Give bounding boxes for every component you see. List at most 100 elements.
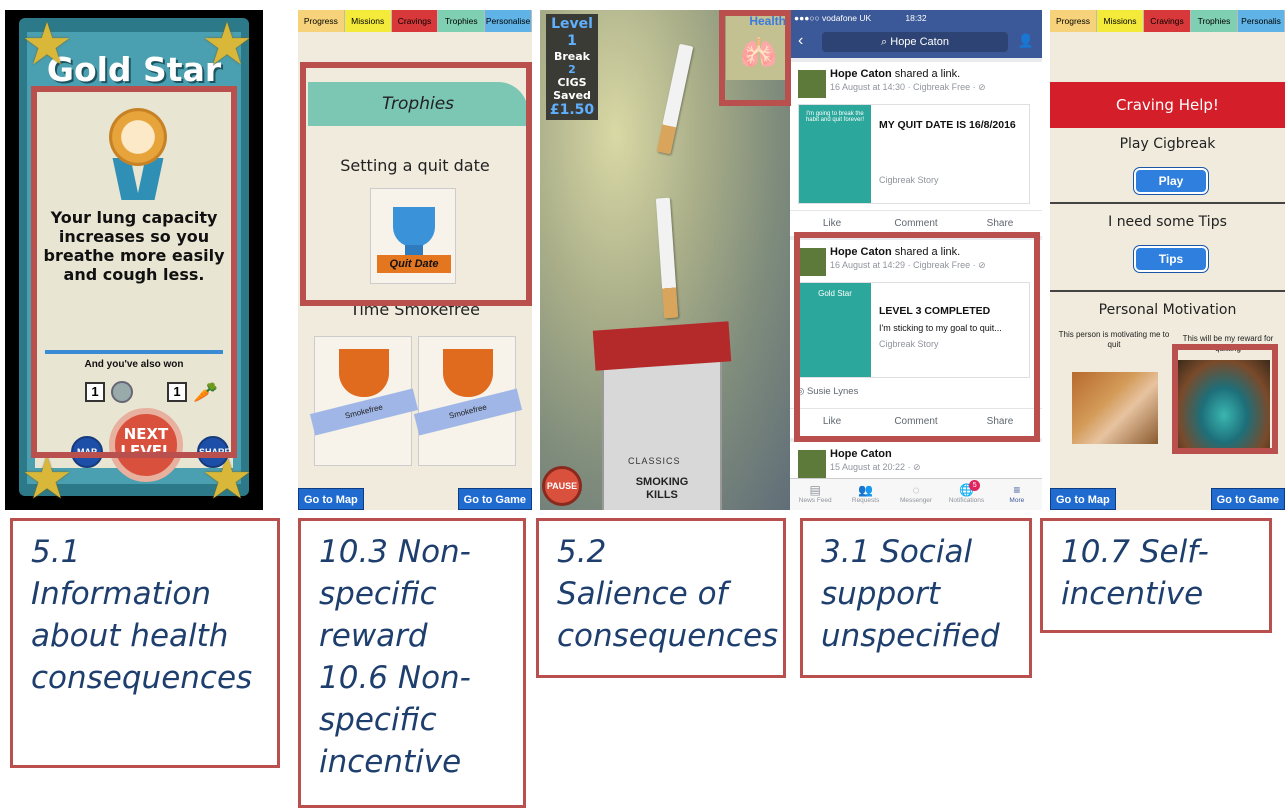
person-caption: This person is motivating me to quit [1058, 330, 1170, 349]
tab-news-feed[interactable]: ▤ News Feed [790, 479, 840, 510]
post-actions: Like Comment Share [790, 210, 1042, 236]
carrot-icon: 🥕 [193, 382, 218, 404]
globe-icon: 🌐 [958, 483, 974, 497]
tab-progress[interactable]: Progress [1050, 10, 1097, 32]
link-card[interactable]: I'm going to break the habit and quit fo… [798, 104, 1030, 204]
star-icon: ★ [201, 12, 253, 77]
facebook-screen: ●●●○○ vodafone UK 18:32 ‹ ⌕ Hope Caton 👤… [790, 10, 1042, 510]
caption-self-incentive: 10.7 Self-incentive [1040, 518, 1272, 633]
smokefree-label: Time Smokefree [350, 300, 480, 319]
tab-more[interactable]: ≡ More [992, 479, 1042, 510]
avatar[interactable] [798, 248, 826, 276]
news-feed-icon: ▤ [809, 483, 821, 497]
link-source: Cigbreak Story [879, 339, 939, 349]
saved-label: Saved [553, 89, 591, 102]
menu-icon: ≡ [1013, 483, 1021, 497]
feed-post: Hope Caton 15 August at 20:22 · ⊘ [790, 442, 1042, 482]
smokefree-trophy[interactable]: Smokefree [309, 336, 419, 466]
reward-guitar-photo[interactable] [1178, 360, 1270, 452]
tab-missions[interactable]: Missions [1097, 10, 1144, 32]
level-label: Level 1 [551, 16, 593, 49]
tab-bar: Progress Missions Cravings Trophies Pers… [298, 10, 532, 32]
play-heading: Play Cigbreak [1119, 136, 1216, 152]
bottom-tab-bar: ▤ News Feed 👥 Requests ◌ Messenger 🌐 5 Notifi… [790, 478, 1042, 510]
caption-social-support: 3.1 Social support unspecified [800, 518, 1032, 678]
tab-progress[interactable]: Progress [298, 10, 345, 32]
star-icon: ★ [21, 12, 73, 77]
reward-caption: This will be my reward for quitting [1182, 334, 1274, 353]
craving-help-screen: Progress Missions Cravings Trophies Pers… [1050, 10, 1285, 510]
next-level-button[interactable]: NEXT LEVEL [109, 408, 183, 482]
break-label: Break [553, 50, 590, 63]
pause-button[interactable]: PAUSE [542, 466, 582, 506]
search-query: Hope Caton [890, 36, 949, 48]
tab-notifications[interactable]: 🌐 5 Notifications [941, 479, 991, 510]
requests-icon: 👥 [858, 483, 874, 497]
link-title: MY QUIT DATE IS 16/8/2016 [879, 119, 1016, 131]
nav-bar: ‹ ⌕ Hope Caton 👤 [790, 26, 1042, 58]
craving-help-header: Craving Help! [1050, 82, 1285, 128]
pack-warning: SMOKING KILLS [635, 476, 689, 501]
post-author[interactable]: Hope Caton [830, 448, 892, 460]
go-to-map-button[interactable]: Go to Map [298, 488, 364, 510]
liked-by[interactable]: ◎ Susie Lynes [796, 386, 858, 397]
star-icon: ★ [21, 446, 73, 510]
lung-medal-icon [109, 108, 167, 166]
tab-trophies[interactable]: Trophies [438, 10, 486, 32]
comment-button[interactable]: Comment [874, 211, 958, 236]
tab-trophies[interactable]: Trophies [1191, 10, 1238, 32]
go-to-game-button[interactable]: Go to Game [1210, 488, 1285, 510]
share-button[interactable]: Share [958, 211, 1042, 236]
share-button[interactable]: SHARE [197, 436, 231, 468]
tab-messenger[interactable]: ◌ Messenger [891, 479, 941, 510]
caption-reward-incentive: 10.3 Non-specific reward 10.6 Non-specific… [298, 518, 526, 808]
tab-cravings[interactable]: Cravings [1144, 10, 1191, 32]
search-field[interactable]: ⌕ Hope Caton [822, 32, 1008, 52]
feed-post: Hope Caton shared a link. 16 August at 1… [790, 240, 1042, 438]
comment-button[interactable]: Comment [874, 409, 958, 434]
go-to-map-button[interactable]: Go to Map [1050, 488, 1116, 510]
play-button[interactable]: Play [1133, 167, 1209, 195]
share-button[interactable]: Share [958, 409, 1042, 434]
post-meta: 16 August at 14:30 · Cigbreak Free · ⊘ [830, 82, 986, 92]
tips-heading: I need some Tips [1108, 214, 1227, 230]
avatar[interactable] [798, 70, 826, 98]
coin-counter: 1 [85, 382, 105, 402]
like-button[interactable]: Like [790, 409, 874, 434]
profile-icon[interactable]: 👤 [1018, 33, 1034, 49]
quit-date-trophy[interactable]: Quit Date [370, 188, 456, 284]
go-to-game-button[interactable]: Go to Game [457, 488, 532, 510]
health-message: Your lung capacity increases so you brea… [43, 208, 225, 284]
messenger-icon: ◌ [912, 483, 920, 497]
quit-date-badge: Quit Date [377, 255, 451, 273]
trophies-banner: Trophies [308, 82, 528, 126]
map-button[interactable]: MAP [71, 436, 103, 468]
post-author[interactable]: Hope Caton shared a link. [830, 68, 960, 80]
tab-cravings[interactable]: Cravings [391, 10, 439, 32]
caption-salience: 5.2 Salience of consequences [536, 518, 786, 678]
link-title: LEVEL 3 COMPLETED [879, 305, 991, 317]
tips-button[interactable]: Tips [1133, 245, 1209, 273]
tab-missions[interactable]: Missions [344, 10, 392, 32]
tab-requests[interactable]: 👥 Requests [840, 479, 890, 510]
health-button[interactable]: Health 🫁 [726, 14, 788, 80]
motivation-heading: Personal Motivation [1098, 302, 1237, 318]
tab-personalise[interactable]: Personalis [1238, 10, 1285, 32]
carrot-counter: 1 [167, 382, 187, 402]
avatar[interactable] [798, 450, 826, 478]
like-button[interactable]: Like [790, 211, 874, 236]
clock-label: 18:32 [905, 13, 927, 23]
link-card[interactable]: Gold Star LEVEL 3 COMPLETED I'm sticking… [798, 282, 1030, 378]
back-chevron-icon[interactable]: ‹ [798, 32, 803, 50]
post-meta: 16 August at 14:29 · Cigbreak Free · ⊘ [830, 260, 986, 270]
post-author[interactable]: Hope Caton shared a link. [830, 246, 960, 258]
link-source: Cigbreak Story [879, 175, 939, 185]
smokefree-trophy[interactable]: Smokefree [413, 336, 523, 466]
motivating-person-photo[interactable] [1072, 372, 1158, 444]
trophy-cup-icon [393, 207, 435, 247]
falling-cigarette[interactable] [656, 43, 694, 155]
tab-personalise[interactable]: Personalise [485, 10, 532, 32]
tab-bar: Progress Missions Cravings Trophies Pers… [1050, 10, 1285, 32]
falling-cigarette[interactable] [655, 197, 679, 319]
saved-value: £1.50 [549, 102, 595, 118]
